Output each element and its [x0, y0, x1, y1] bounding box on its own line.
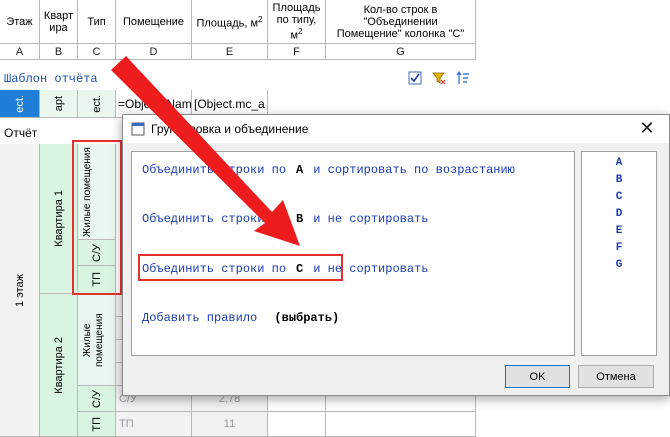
arrow-annotation: [111, 56, 300, 246]
arrow-icon: [111, 56, 300, 246]
